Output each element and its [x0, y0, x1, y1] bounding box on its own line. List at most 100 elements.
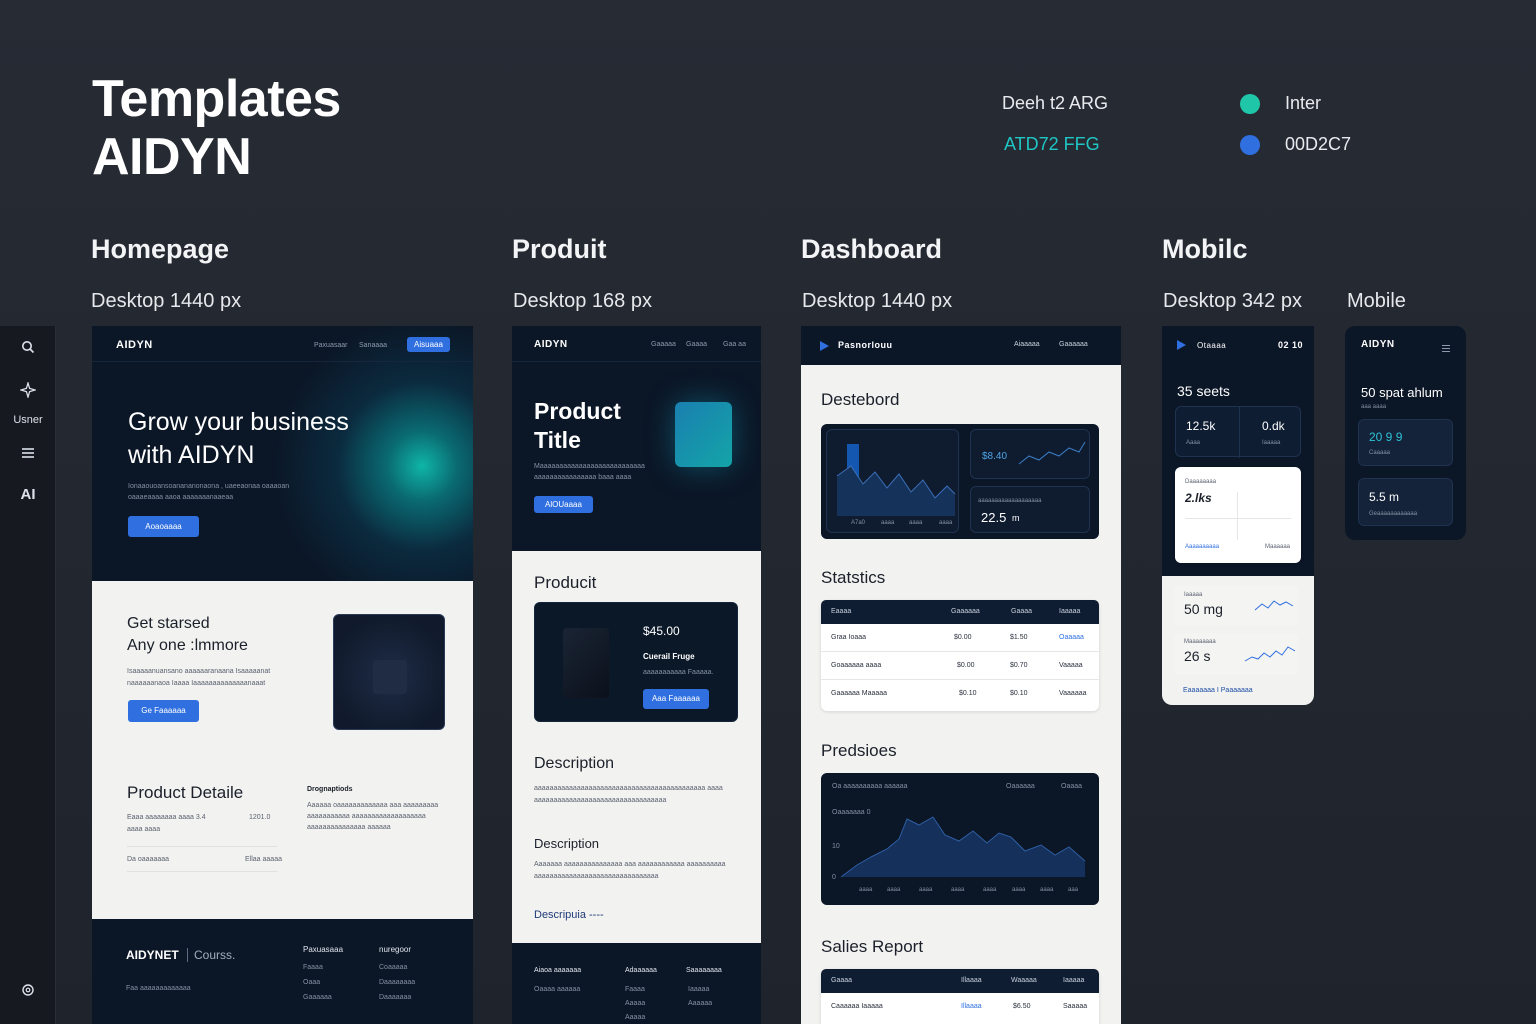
get-started-button[interactable]: Ge Faaaaaa: [128, 700, 199, 722]
footer-col1-title: Paxuasaaa: [303, 945, 344, 954]
mobile1-metric-1-label: Iaaaaa: [1184, 592, 1203, 598]
produit-body: Producit $45.00 Cuerail Fruge aaaaaaaaaa…: [512, 551, 761, 943]
mobile1-card-value: 2.lks: [1185, 491, 1212, 505]
footer-col2-link-1[interactable]: Coaaaaa: [379, 962, 407, 973]
mobile1-card-right: Maaaaaa: [1265, 544, 1291, 550]
homepage-body: Get starsed Any one :lmmore Isaaaaanuans…: [92, 581, 473, 919]
stats-row-1-col2: $0.00: [954, 634, 972, 641]
pred-chart-right-1: Oaaaaaa: [1006, 783, 1035, 790]
pred-chart-x-1: aaaa: [859, 887, 873, 893]
produit-footer-col2-link-3[interactable]: Aaaaa: [625, 1012, 645, 1023]
search-icon[interactable]: [0, 340, 56, 359]
produit-nav-link-1[interactable]: Gaaaaa: [651, 341, 676, 348]
pred-chart-x-2: aaaa: [887, 887, 901, 893]
footer-tagline: Courss.: [187, 948, 235, 962]
pred-chart-x-7: aaaa: [1040, 887, 1054, 893]
footer-col1-link-3[interactable]: Gaaaaaa: [303, 992, 332, 1003]
table-row[interactable]: Gaaaaaa Maaaaa $0.10 $0.10 Vaaaaaa: [821, 680, 1099, 708]
homepage-frame: AIDYN Paxuasaar Sanaaaa Aisuaaa Grow you…: [92, 326, 473, 1024]
homepage-brand[interactable]: AIDYN: [116, 339, 153, 351]
produit-hero: AIDYN Gaaaaa Gaaaa Gaa aa Product Title …: [512, 326, 761, 551]
area-chart-x-2: aaaa: [881, 520, 895, 526]
product-card[interactable]: $45.00 Cuerail Fruge aaaaaaaaaaa Faaaaa.…: [534, 602, 738, 722]
table-row[interactable]: Goaaaaaa aaaa $0.00 $0.70 Vaaaaa: [821, 652, 1099, 680]
mobile2-card-1: 20 9 9 Caaaaa: [1358, 419, 1453, 466]
produit-hero-text-1: Maaaaaaaaaaaaaaaaaaaaaaaaaaa: [534, 463, 645, 470]
menu-icon[interactable]: [1441, 340, 1451, 358]
gear-icon[interactable]: [0, 983, 56, 1002]
product-card-title: Cuerail Fruge: [643, 652, 695, 661]
kpi-value: $8.40: [982, 451, 1008, 462]
table-row[interactable]: Graa Ioaaa $0.00 $1.50 Oaaaaa: [821, 624, 1099, 652]
description-link[interactable]: Descripuia ----: [534, 909, 604, 921]
pred-chart-x-8: aaa: [1068, 887, 1079, 893]
mobile2-sub: aaa aaaa: [1361, 404, 1387, 410]
sales-table-header: Gaaaa Illaaaa Waaaaa Iaaaaa: [821, 969, 1099, 993]
detail-row-left: Da oaaaaaaa: [127, 856, 170, 863]
predictions-title: Predsioes: [821, 741, 897, 760]
product-detail-value: 1201.0: [249, 814, 271, 821]
dashboard-nav-link-2[interactable]: Gaaaaaa: [1059, 341, 1088, 348]
product-card-image: [563, 628, 609, 698]
user-label[interactable]: Usner: [0, 414, 56, 426]
homepage-nav-link-1[interactable]: Paxuasaar: [314, 342, 347, 349]
footer-col2-link-2[interactable]: Daaaaaaaa: [379, 977, 415, 988]
section-subtitle-produit: Desktop 168 px: [513, 290, 652, 312]
homepage-hero-button[interactable]: Aoaoaaaa: [128, 516, 199, 537]
sales-row-col4: Saaaaa: [1063, 1003, 1088, 1010]
homepage-footer: AIDYNET Courss. Faa aaaaaaaaaaaaa Paxuas…: [92, 919, 473, 1024]
menu-icon[interactable]: [0, 446, 56, 464]
homepage-hero: AIDYN Paxuasaar Sanaaaa Aisuaaa Grow you…: [92, 326, 473, 581]
product-card-button[interactable]: Aaa Faaaaaa: [643, 689, 709, 709]
play-logo-icon: [819, 339, 830, 357]
stats-row-1-col4: Oaaaaa: [1059, 634, 1084, 641]
detail-row-right: Ellaa aaaaa: [245, 856, 282, 863]
mobile1-stat-2-label: Iaaaaa: [1262, 440, 1281, 446]
footer-col2-link-3[interactable]: Daaaaaaa: [379, 992, 411, 1003]
product-image: [675, 402, 732, 467]
mobile2-brand[interactable]: AIDYN: [1361, 339, 1395, 350]
table-row[interactable]: Caaaaaa Iaaaaa Illaaaa $6.50 Saaaaa: [821, 993, 1099, 1021]
dashboard-kpi-card: $8.40: [970, 429, 1090, 479]
footer-col1-link-1[interactable]: Faaaa: [303, 962, 323, 973]
statistics-table-header: Eaaaa Gaaaaaa Gaaaa Iaaaaa: [821, 600, 1099, 624]
homepage-nav-link-2[interactable]: Sanaaaa: [359, 342, 387, 349]
produit-nav-link-3[interactable]: Gaa aa: [723, 341, 746, 348]
dashboard-kpi-2-card: aaaaaaaaaaaaaaaaaaa 22.5 m: [970, 486, 1090, 533]
mobile1-card-left[interactable]: Aaaaaaaaaa: [1185, 542, 1219, 553]
ai-label[interactable]: AI: [0, 486, 56, 503]
produit-footer-col2-link-1[interactable]: Faaaa: [625, 984, 645, 995]
mobile1-link[interactable]: Eaaaaaaa I Paaaaaaa: [1183, 685, 1253, 696]
description-2-title: Description: [534, 836, 600, 851]
footer-col1-link-2[interactable]: Oaaa: [303, 977, 320, 988]
produit-footer-col3-link-2[interactable]: Aaaaaa: [688, 998, 712, 1009]
sales-col-4: Iaaaaa: [1063, 977, 1085, 984]
footer-text: Faa aaaaaaaaaaaaa: [126, 985, 191, 992]
sales-row-col2: Illaaaa: [961, 1003, 982, 1010]
mobile-frame-2: AIDYN 50 spat ahlum aaa aaaa 20 9 9 Caaa…: [1345, 326, 1466, 540]
footer-col2-title: nuregoor: [379, 945, 412, 954]
sparkle-icon[interactable]: [0, 380, 56, 403]
homepage-nav-button[interactable]: Aisuaaa: [407, 337, 450, 352]
produit-hero-line-1: Product: [534, 398, 621, 424]
stats-row-3-name: Gaaaaaa Maaaaa: [831, 690, 888, 697]
produit-hero-line-2: Title: [534, 427, 581, 453]
produit-nav-link-2[interactable]: Gaaaa: [686, 341, 707, 348]
kpi-2-value: 22.5: [981, 510, 1007, 525]
mobile1-brand[interactable]: Otaaaa: [1197, 341, 1226, 350]
homepage-navbar: AIDYN Paxuasaar Sanaaaa Aisuaaa: [92, 326, 473, 362]
pred-chart-x-4: aaaa: [951, 887, 965, 893]
produit-footer-col3-link-1[interactable]: Iaaaaa: [688, 984, 709, 995]
produit-footer-col2-link-2[interactable]: Aaaaa: [625, 998, 645, 1009]
mobile1-stat-1-label: Aaaa: [1186, 440, 1201, 446]
dashboard-nav-link-1[interactable]: Aiaaaaa: [1014, 341, 1040, 348]
sales-report-title: Salies Report: [821, 937, 924, 956]
dashboard-brand[interactable]: Pasnorlouu: [838, 340, 893, 350]
product-detail-left-1: Eaaa aaaaaaaa aaaa 3.4: [127, 814, 206, 821]
produit-brand[interactable]: AIDYN: [534, 339, 568, 350]
product-card-text: aaaaaaaaaaa Faaaaa.: [643, 669, 714, 676]
sales-col-3: Waaaaa: [1011, 977, 1037, 984]
produit-hero-button[interactable]: AlOUaaaa: [534, 496, 593, 513]
mobile1-stats-card: 12.5k Aaaa 0.dk Iaaaaa: [1175, 406, 1301, 458]
sales-report-table: Gaaaa Illaaaa Waaaaa Iaaaaa Caaaaaa Iaaa…: [821, 969, 1099, 1024]
